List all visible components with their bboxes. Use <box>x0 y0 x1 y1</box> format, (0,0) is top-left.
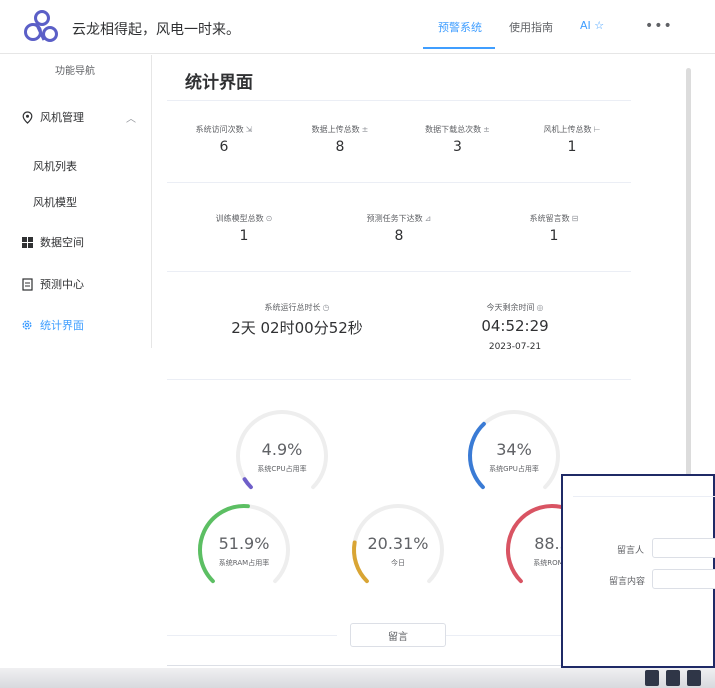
stat-value: 1 <box>239 228 249 244</box>
page-title: 统计界面 <box>185 73 253 93</box>
taskbar-app-icon[interactable] <box>666 670 680 686</box>
today-date: 2023-07-21 <box>488 342 542 352</box>
gauge-today: 20.31% 今日 <box>350 502 446 598</box>
stat-icon: ⇲ <box>245 125 253 134</box>
author-input[interactable] <box>652 538 715 558</box>
dialog-header-divider <box>573 496 715 497</box>
active-tab-indicator <box>423 47 495 49</box>
stat-label: 数据上传总数 <box>311 125 360 134</box>
divider <box>167 100 631 101</box>
stat-label: 今天剩余时间 <box>486 303 535 312</box>
stat-label: 系统访问次数 <box>195 125 244 134</box>
clock-icon: ◷ <box>322 303 330 312</box>
stat-icon: ⊟ <box>571 214 579 223</box>
sidebar-item-data-space[interactable]: 数据空间 <box>0 232 150 252</box>
stat-today-remaining: 今天剩余时间 ◎ 04:52:29 <box>461 302 569 335</box>
gauge-label: 系统RAM占用率 <box>218 559 270 567</box>
sidebar-item-fan-model[interactable]: 风机模型 <box>0 192 150 212</box>
gauge-gpu: 34% 系统GPU占用率 <box>466 408 562 504</box>
taskbar-app-icon[interactable] <box>687 670 701 686</box>
stat-icon: ± <box>483 125 490 134</box>
stat-prediction-task-count: 预测任务下达数 ⊿ 8 <box>344 213 454 244</box>
stat-download-count: 数据下载总次数 ± 3 <box>405 124 510 155</box>
taskbar-app-icon[interactable] <box>645 670 659 686</box>
timer-icon: ◎ <box>536 303 544 312</box>
document-icon <box>20 277 34 291</box>
sidebar-item-label: 风机管理 <box>40 111 84 124</box>
gauge-label: 系统GPU占用率 <box>489 465 539 473</box>
stat-icon: ⊿ <box>424 214 432 223</box>
stat-value: 1 <box>567 139 577 155</box>
stat-icon: ⊙ <box>265 214 273 223</box>
leave-message-dialog: 留言人 留言内容 <box>561 474 715 668</box>
stat-label: 系统运行总时长 <box>264 303 321 312</box>
gauge-value: 4.9% <box>261 440 303 459</box>
stat-label: 风机上传总数 <box>543 125 592 134</box>
stat-icon: ± <box>361 125 369 134</box>
app-logo-icon <box>24 10 58 42</box>
sidebar: 功能导航 风机管理 ︿ 风机列表 风机模型 数据空间 预测中心 统计界面 <box>0 55 152 348</box>
sidebar-item-label: 风机模型 <box>33 196 77 209</box>
stat-visit-count: 系统访问次数 ⇲ 6 <box>174 124 274 155</box>
tab-user-guide[interactable]: 使用指南 <box>509 19 553 35</box>
stat-value: 3 <box>453 139 462 155</box>
stat-value: 8 <box>335 139 345 155</box>
taskbar <box>0 668 715 688</box>
stat-fan-upload-count: 风机上传总数 ⊢ 1 <box>522 124 622 155</box>
location-icon <box>20 110 34 124</box>
sidebar-item-fan-management[interactable]: 风机管理 ︿ <box>0 107 150 127</box>
stat-message-count: 系统留言数 ⊟ 1 <box>504 213 604 244</box>
stat-label: 预测任务下达数 <box>366 214 423 223</box>
stat-value: 1 <box>549 228 559 244</box>
gauge-cpu: 4.9% 系统CPU占用率 <box>234 408 330 504</box>
sidebar-item-label: 统计界面 <box>40 319 84 332</box>
tab-ai[interactable]: AI ☆ <box>580 19 604 32</box>
sidebar-item-label: 数据空间 <box>40 236 84 249</box>
stat-label: 系统留言数 <box>529 214 570 223</box>
stat-icon: ⊢ <box>593 125 601 134</box>
content-input[interactable] <box>652 569 715 589</box>
chevron-up-icon: ︿ <box>126 114 136 125</box>
gauge-ram: 51.9% 系统RAM占用率 <box>196 502 292 598</box>
stat-value: 04:52:29 <box>481 317 549 335</box>
app-title: 云龙相得起，风电一时来。 <box>72 22 240 38</box>
stat-label: 训练模型总数 <box>215 214 264 223</box>
sidebar-title: 功能导航 <box>55 66 95 77</box>
sidebar-item-statistics[interactable]: 统计界面 <box>0 315 150 335</box>
sidebar-item-label: 风机列表 <box>33 160 77 173</box>
stat-value: 8 <box>394 228 404 244</box>
stat-label: 数据下载总次数 <box>425 125 482 134</box>
gauge-value: 51.9% <box>218 534 270 553</box>
stat-value: 6 <box>219 139 229 155</box>
field-label-author: 留言人 <box>617 546 645 556</box>
stat-model-count: 训练模型总数 ⊙ 1 <box>194 213 294 244</box>
more-options-icon[interactable]: ••• <box>645 18 673 34</box>
gauge-fill <box>242 477 253 490</box>
stat-runtime: 系统运行总时长 ◷ 2天 02时00分52秒 <box>212 302 382 338</box>
sidebar-item-prediction-center[interactable]: 预测中心 <box>0 274 150 294</box>
stat-upload-count: 数据上传总数 ± 8 <box>290 124 390 155</box>
top-header: 云龙相得起，风电一时来。 预警系统 使用指南 AI ☆ ••• <box>0 0 715 54</box>
divider <box>167 182 631 183</box>
grid-icon <box>20 235 34 249</box>
divider <box>167 271 631 272</box>
gauge-value: 34% <box>496 440 532 459</box>
gauge-label: 系统CPU占用率 <box>257 465 307 473</box>
leave-message-button[interactable]: 留言 <box>350 623 446 647</box>
tab-warning-system[interactable]: 预警系统 <box>438 19 482 35</box>
sidebar-item-label: 预测中心 <box>40 278 84 291</box>
divider <box>167 635 337 636</box>
gauge-label: 今日 <box>391 559 405 567</box>
gauge-value: 20.31% <box>367 534 429 553</box>
gear-icon <box>20 318 34 332</box>
stat-value: 2天 02时00分52秒 <box>231 319 363 337</box>
sidebar-item-fan-list[interactable]: 风机列表 <box>0 156 150 176</box>
field-label-content: 留言内容 <box>609 577 646 587</box>
divider <box>167 379 631 380</box>
